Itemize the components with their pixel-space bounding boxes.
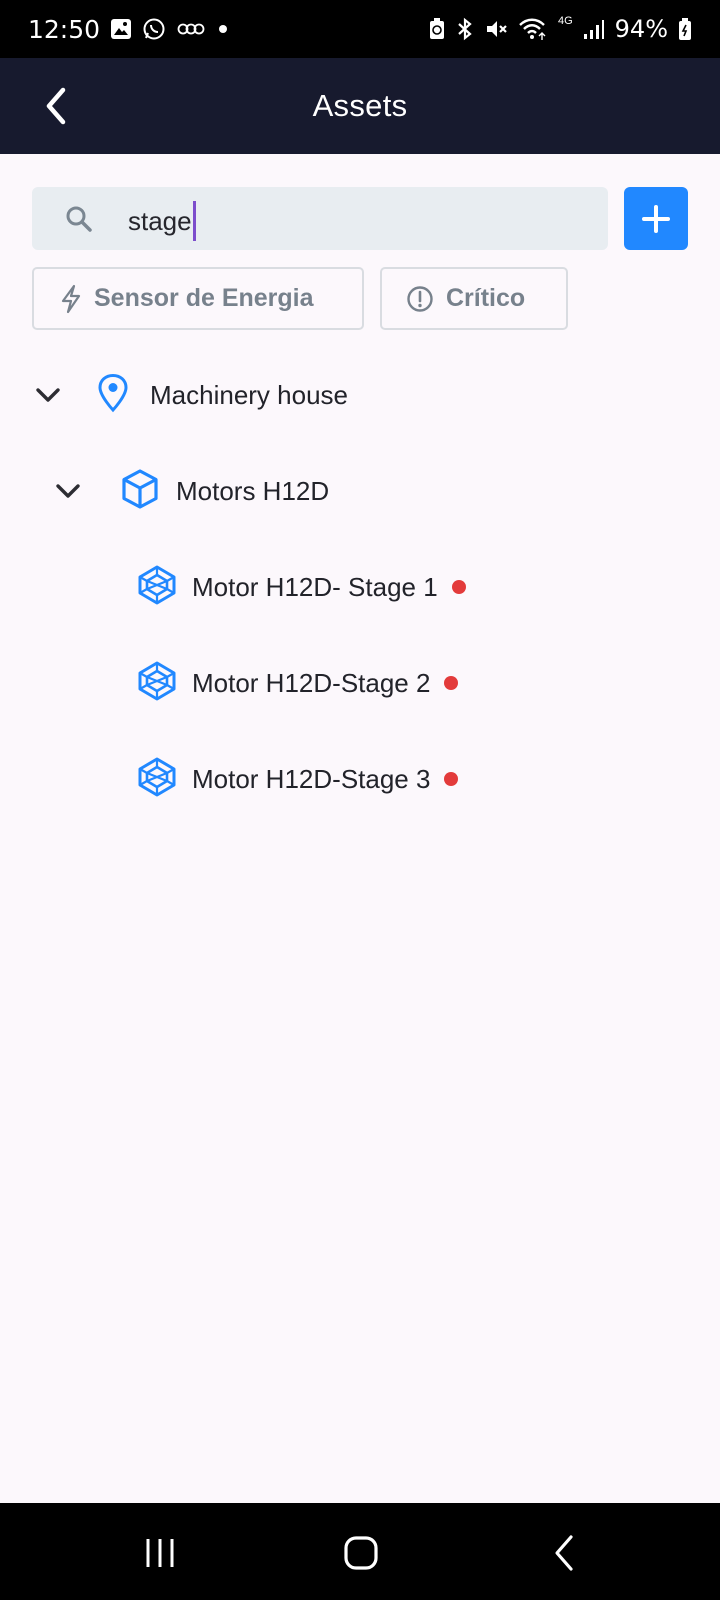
status-right: 4G 94% xyxy=(428,15,692,43)
battery-icon xyxy=(678,17,692,41)
cube-icon xyxy=(120,468,160,515)
filter-energy-sensor[interactable]: Sensor de Energia xyxy=(32,267,364,330)
text-caret xyxy=(192,201,196,241)
dot-icon xyxy=(216,22,230,36)
tree-component-item[interactable]: Motor H12D- Stage 1 xyxy=(136,562,466,612)
component-label: Motor H12D- Stage 1 xyxy=(192,571,438,602)
chevron-down-icon[interactable] xyxy=(54,477,82,505)
signal-icon xyxy=(583,18,605,40)
wifi-icon xyxy=(518,17,548,41)
mute-icon xyxy=(484,17,508,41)
battery-level: 94% xyxy=(614,15,668,43)
asset-label: Motors H12D xyxy=(176,475,330,506)
status-left: 12:50 xyxy=(28,15,230,44)
home-button[interactable] xyxy=(339,1531,383,1575)
search-text: stage xyxy=(128,205,192,236)
nav-back-button[interactable] xyxy=(542,1531,586,1575)
recent-apps-icon xyxy=(146,1539,174,1567)
network-type: 4G xyxy=(557,15,573,27)
critical-status-dot xyxy=(451,580,466,594)
chevron-down-icon[interactable] xyxy=(34,381,62,409)
add-asset-button[interactable] xyxy=(624,187,688,250)
critical-status-dot xyxy=(444,676,459,690)
recent-apps-button[interactable] xyxy=(138,1531,182,1575)
tree-component-item[interactable]: Motor H12D-Stage 2 xyxy=(136,658,459,708)
search-icon xyxy=(64,204,94,239)
battery-saver-icon xyxy=(428,17,446,41)
filter-critical[interactable]: Crítico xyxy=(380,267,568,330)
component-icon xyxy=(136,564,178,611)
component-label: Motor H12D-Stage 3 xyxy=(192,763,431,794)
search-input[interactable]: stage xyxy=(32,187,608,250)
system-nav-bar xyxy=(0,1503,720,1600)
tree-component-item[interactable]: Motor H12D-Stage 3 xyxy=(136,754,459,804)
search-value: stage xyxy=(128,201,196,241)
tree-asset-item[interactable]: Motors H12D xyxy=(54,466,329,516)
bluetooth-icon xyxy=(456,17,474,41)
component-icon xyxy=(136,756,178,803)
location-pin-icon xyxy=(96,373,130,418)
whatsapp-icon xyxy=(142,17,166,41)
page-title: Assets xyxy=(312,88,408,123)
home-icon xyxy=(344,1536,378,1570)
status-bar: 12:50 4G 94% xyxy=(0,0,720,58)
tree-location-item[interactable]: Machinery house xyxy=(34,370,348,420)
app-bar: Assets xyxy=(0,58,720,154)
component-icon xyxy=(136,660,178,707)
voicemail-icon xyxy=(176,22,206,36)
filter-critical-label: Crítico xyxy=(446,284,526,312)
status-time: 12:50 xyxy=(28,14,101,44)
plus-icon xyxy=(642,204,670,233)
gallery-icon xyxy=(110,18,132,40)
component-label: Motor H12D-Stage 2 xyxy=(192,667,431,698)
critical-status-dot xyxy=(444,772,459,786)
alert-circle-icon xyxy=(407,285,433,312)
filter-energy-label: Sensor de Energia xyxy=(94,284,314,312)
bolt-icon xyxy=(61,284,81,313)
back-icon xyxy=(555,1535,573,1571)
location-label: Machinery house xyxy=(150,379,348,410)
